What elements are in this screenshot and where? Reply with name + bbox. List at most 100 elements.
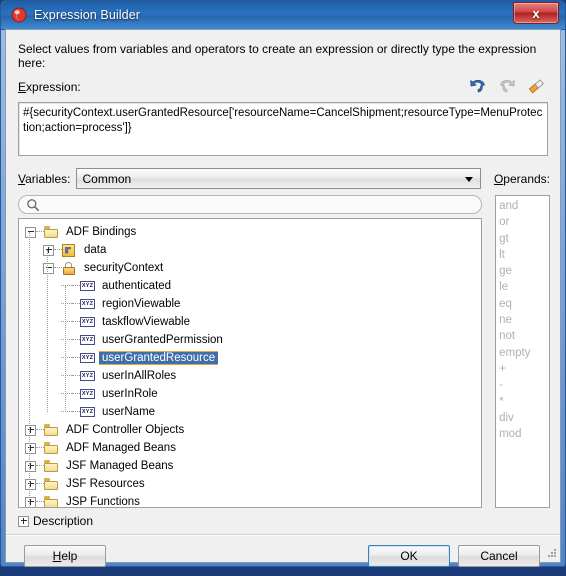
tree-node[interactable]: XYZ userInAllRoles <box>19 367 481 385</box>
eraser-icon[interactable] <box>526 76 546 96</box>
ok-button-label: OK <box>400 549 418 563</box>
variables-dropdown[interactable]: Common <box>76 168 481 189</box>
tree-connector <box>54 249 62 251</box>
tree-connector <box>36 483 44 485</box>
expression-toolbar <box>468 76 546 96</box>
tree-node[interactable]: XYZ regionViewable <box>19 295 481 313</box>
operand-item[interactable]: - <box>499 377 549 393</box>
expression-builder-window: Expression Builder x Select values from … <box>0 0 566 567</box>
tree-node-label: JSP Functions <box>66 496 140 508</box>
help-button[interactable]: Help <box>24 545 106 567</box>
dialog-client-area: Select values from variables and operato… <box>5 29 561 567</box>
tree-connector <box>61 321 72 323</box>
variables-label: Variables: <box>18 171 71 186</box>
tree-node-label: userName <box>102 406 156 418</box>
folder-icon <box>44 460 59 472</box>
variables-tree[interactable]: ADF Bindings data securityContext XYZ authen… <box>18 218 483 508</box>
expand-plus-icon[interactable] <box>25 460 36 472</box>
operand-item[interactable]: mod <box>499 426 549 442</box>
tree-node[interactable]: securityContext <box>19 259 481 277</box>
tree-connector <box>61 285 72 287</box>
tree-connector <box>72 411 80 413</box>
expand-plus-icon[interactable] <box>25 478 36 490</box>
operand-item[interactable]: div <box>499 410 549 426</box>
tree-connector <box>61 393 72 395</box>
tree-node[interactable]: XYZ authenticated <box>19 277 481 295</box>
operand-item[interactable]: gt <box>499 231 549 247</box>
tree-guide-line <box>47 250 48 412</box>
operand-item[interactable]: eq <box>499 296 549 312</box>
search-input[interactable] <box>44 197 476 214</box>
tree-node[interactable]: JSF Resources <box>19 475 481 493</box>
xyz-variable-icon: XYZ <box>80 389 95 399</box>
tree-guide-line <box>29 232 30 507</box>
button-bar: Help OK Cancel <box>16 536 550 576</box>
variables-row: Variables: Common Operands: <box>18 168 550 189</box>
intro-text: Select values from variables and operato… <box>18 42 537 70</box>
tree-node-label: data <box>84 244 107 256</box>
tree-node[interactable]: XYZ userInRole <box>19 385 481 403</box>
tree-connector <box>61 303 72 305</box>
tree-node[interactable]: XYZ userGrantedResource <box>19 349 481 367</box>
collapse-minus-icon[interactable] <box>25 226 36 238</box>
operand-item[interactable]: empty <box>499 345 549 361</box>
operand-item[interactable]: * <box>499 394 549 410</box>
operands-list[interactable]: and or gt lt ge le eq ne not empty + - * div mod <box>495 195 550 508</box>
description-expander[interactable]: Description <box>18 514 550 528</box>
operand-item[interactable]: ge <box>499 263 549 279</box>
folder-icon <box>44 442 59 454</box>
tree-connector <box>54 267 62 269</box>
tree-node[interactable]: ADF Controller Objects <box>19 421 481 439</box>
expand-plus-icon[interactable] <box>43 244 54 256</box>
tree-node[interactable]: ADF Managed Beans <box>19 439 481 457</box>
operand-item[interactable]: and <box>499 198 549 214</box>
data-key-icon <box>62 243 75 257</box>
redo-icon <box>497 76 517 96</box>
expand-plus-icon[interactable] <box>25 424 36 436</box>
tree-node-label: authenticated <box>102 280 172 292</box>
tree-node[interactable]: JSF Managed Beans <box>19 457 481 475</box>
expand-plus-icon[interactable] <box>25 442 36 454</box>
variables-panel: ADF Bindings data securityContext XYZ authen… <box>18 195 483 508</box>
operand-item[interactable]: le <box>499 279 549 295</box>
xyz-variable-icon: XYZ <box>80 281 95 291</box>
operand-item[interactable]: or <box>499 214 549 230</box>
lock-icon <box>62 261 75 275</box>
tree-node-label: userGrantedPermission <box>102 334 223 346</box>
expand-plus-icon[interactable] <box>25 496 36 507</box>
tree-node[interactable]: data <box>19 241 481 259</box>
chevron-down-icon <box>464 177 473 182</box>
tree-node[interactable]: XYZ userGrantedPermission <box>19 331 481 349</box>
collapse-minus-icon[interactable] <box>43 262 54 274</box>
tree-node-label: regionViewable <box>102 298 181 310</box>
expression-header-row: Expression: <box>18 79 550 100</box>
tree-connector <box>72 357 80 359</box>
tree-node-icon <box>44 424 61 436</box>
xyz-variable-icon: XYZ <box>80 371 95 381</box>
close-button[interactable]: x <box>513 2 559 24</box>
expression-textarea[interactable]: #{securityContext.userGrantedResource['r… <box>18 102 548 156</box>
ok-button[interactable]: OK <box>368 545 450 567</box>
operand-item[interactable]: not <box>499 328 549 344</box>
tree-node-icon: XYZ <box>80 353 97 363</box>
tree-node[interactable]: XYZ taskflowViewable <box>19 313 481 331</box>
tree-node[interactable]: XYZ userName <box>19 403 481 421</box>
tree-node-icon <box>44 460 61 472</box>
undo-icon[interactable] <box>468 76 488 96</box>
xyz-variable-icon: XYZ <box>80 407 95 417</box>
tree-connector <box>36 231 44 233</box>
help-button-label: Help <box>52 549 78 563</box>
operand-item[interactable]: lt <box>499 247 549 263</box>
cancel-button[interactable]: Cancel <box>458 545 540 567</box>
search-box[interactable] <box>18 195 483 214</box>
expand-plus-icon[interactable] <box>18 515 29 527</box>
tree-node[interactable]: ADF Bindings <box>19 223 481 241</box>
tree-connector <box>72 285 80 287</box>
resize-grip[interactable] <box>545 547 557 559</box>
tree-node-label-selected: userGrantedResource <box>99 351 219 365</box>
operand-item[interactable]: ne <box>499 312 549 328</box>
tree-node-label: taskflowViewable <box>102 316 191 328</box>
folder-icon <box>44 226 59 238</box>
operand-item[interactable]: + <box>499 361 549 377</box>
tree-node[interactable]: JSP Functions <box>19 493 481 508</box>
